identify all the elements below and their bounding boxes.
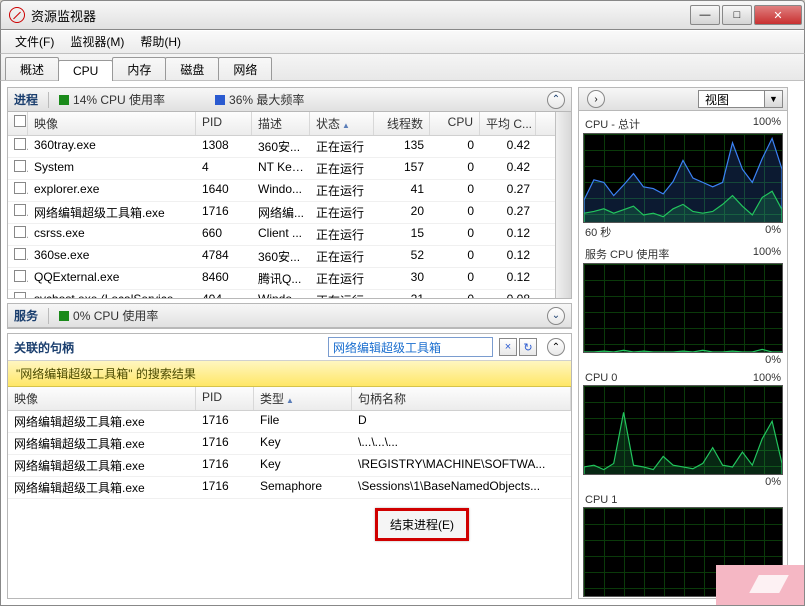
row-checkbox[interactable] (14, 182, 26, 194)
handles-panel: 关联的句柄 × ↻ ⌃ "网络编辑超级工具箱" 的搜索结果 映像 PID 类型▲… (7, 333, 572, 599)
handle-search-input[interactable] (328, 337, 493, 357)
col-avg[interactable]: 平均 C... (480, 112, 536, 135)
cpu-usage-stat: 14% CPU 使用率 (59, 91, 165, 108)
tab-memory[interactable]: 内存 (112, 57, 166, 81)
right-toolbar: › 视图 ▼ (578, 87, 788, 111)
col-desc[interactable]: 描述 (252, 112, 310, 135)
menubar: 文件(F) 监视器(M) 帮助(H) (0, 30, 805, 54)
row-checkbox[interactable] (14, 138, 26, 150)
services-panel: 服务 0% CPU 使用率 ⌄ (7, 303, 572, 329)
app-icon (9, 7, 25, 23)
process-grid[interactable]: 360tray.exe1308360安... 正在运行13500.42 Syst… (8, 136, 555, 298)
table-row[interactable]: svchost.exe (LocalServiceN...404Windo...… (8, 290, 555, 298)
menu-help[interactable]: 帮助(H) (132, 31, 189, 52)
handles-columns: 映像 PID 类型▲ 句柄名称 (8, 387, 571, 411)
search-result-bar: "网络编辑超级工具箱" 的搜索结果 (8, 361, 571, 387)
row-checkbox[interactable] (14, 292, 26, 298)
hcol-type[interactable]: 类型▲ (254, 387, 352, 410)
handles-panel-title: 关联的句柄 (14, 339, 74, 356)
row-checkbox[interactable] (14, 226, 26, 238)
handles-grid[interactable]: 网络编辑超级工具箱.exe1716FileD网络编辑超级工具箱.exe1716K… (8, 411, 571, 598)
table-row[interactable]: csrss.exe660Client ... 正在运行1500.12 (8, 224, 555, 246)
context-menu-end-process[interactable]: 结束进程(E) (375, 508, 469, 541)
collapse-handles-button[interactable]: ⌃ (547, 338, 565, 356)
process-scrollbar[interactable] (555, 112, 571, 298)
table-row[interactable]: 网络编辑超级工具箱.exe1716Semaphore\Sessions\1\Ba… (8, 477, 571, 499)
expand-services-button[interactable]: ⌄ (547, 307, 565, 325)
tab-disk[interactable]: 磁盘 (165, 57, 219, 81)
table-row[interactable]: 网络编辑超级工具箱.exe1716Key\REGISTRY\MACHINE\SO… (8, 455, 571, 477)
table-row[interactable]: 网络编辑超级工具箱.exe1716Key\...\...\... (8, 433, 571, 455)
process-columns: 映像 PID 描述 状态▲ 线程数 CPU 平均 C... (8, 112, 555, 136)
col-image[interactable]: 映像 (28, 112, 196, 135)
row-checkbox[interactable] (14, 248, 26, 260)
minimize-button[interactable]: — (690, 5, 720, 25)
collapse-process-button[interactable]: ⌃ (547, 91, 565, 109)
tab-cpu[interactable]: CPU (58, 60, 113, 81)
select-all-checkbox[interactable] (14, 115, 26, 127)
table-row[interactable]: 网络编辑超级工具箱.exe1716FileD (8, 411, 571, 433)
menu-file[interactable]: 文件(F) (7, 31, 62, 52)
table-row[interactable]: explorer.exe1640Windo... 正在运行4100.27 (8, 180, 555, 202)
menu-monitor[interactable]: 监视器(M) (62, 31, 132, 52)
table-row[interactable]: System4NT Ker... 正在运行15700.42 (8, 158, 555, 180)
table-row[interactable]: 360tray.exe1308360安... 正在运行13500.42 (8, 136, 555, 158)
process-panel: 进程 14% CPU 使用率 36% 最大频率 ⌃ 映像 PID 描述 状态▲ … (7, 87, 572, 299)
window-title: 资源监视器 (31, 6, 690, 25)
table-row[interactable]: QQExternal.exe8460腾讯Q... 正在运行3000.12 (8, 268, 555, 290)
graph-1: 服务 CPU 使用率100% 0% (583, 245, 783, 367)
view-dropdown-label: 视图 (698, 90, 765, 108)
maximize-button[interactable]: □ (722, 5, 752, 25)
table-row[interactable]: 360se.exe4784360安... 正在运行5200.12 (8, 246, 555, 268)
row-checkbox[interactable] (14, 270, 26, 282)
hcol-name[interactable]: 句柄名称 (352, 387, 571, 410)
graphs-toggle-button[interactable]: › (587, 90, 605, 108)
row-checkbox[interactable] (14, 160, 26, 172)
tab-network[interactable]: 网络 (218, 57, 272, 81)
refresh-search-button[interactable]: ↻ (519, 338, 537, 356)
close-button[interactable]: ✕ (754, 5, 802, 25)
clear-search-button[interactable]: × (499, 338, 517, 356)
col-pid[interactable]: PID (196, 112, 252, 135)
graph-0: CPU - 总计100% 60 秒0% (583, 115, 783, 241)
watermark (716, 565, 804, 605)
col-status[interactable]: 状态▲ (310, 112, 374, 135)
hcol-image[interactable]: 映像 (8, 387, 196, 410)
view-dropdown-button[interactable]: ▼ (765, 90, 783, 108)
process-panel-title: 进程 (14, 91, 38, 108)
graph-2: CPU 0100% 0% (583, 371, 783, 489)
table-row[interactable]: 网络编辑超级工具箱.exe1716网络编... 正在运行2000.27 (8, 202, 555, 224)
tabstrip: 概述 CPU 内存 磁盘 网络 (0, 54, 805, 80)
services-panel-title: 服务 (14, 307, 38, 324)
col-threads[interactable]: 线程数 (374, 112, 430, 135)
col-cpu[interactable]: CPU (430, 112, 480, 135)
hcol-pid[interactable]: PID (196, 387, 254, 410)
graphs-container: CPU - 总计100% 60 秒0% 服务 CPU 使用率100% 0% CP… (578, 111, 788, 599)
titlebar: 资源监视器 — □ ✕ (0, 0, 805, 30)
tab-overview[interactable]: 概述 (5, 57, 59, 81)
max-freq-stat: 36% 最大频率 (215, 91, 304, 108)
row-checkbox[interactable] (14, 204, 26, 216)
service-cpu-stat: 0% CPU 使用率 (59, 307, 158, 324)
